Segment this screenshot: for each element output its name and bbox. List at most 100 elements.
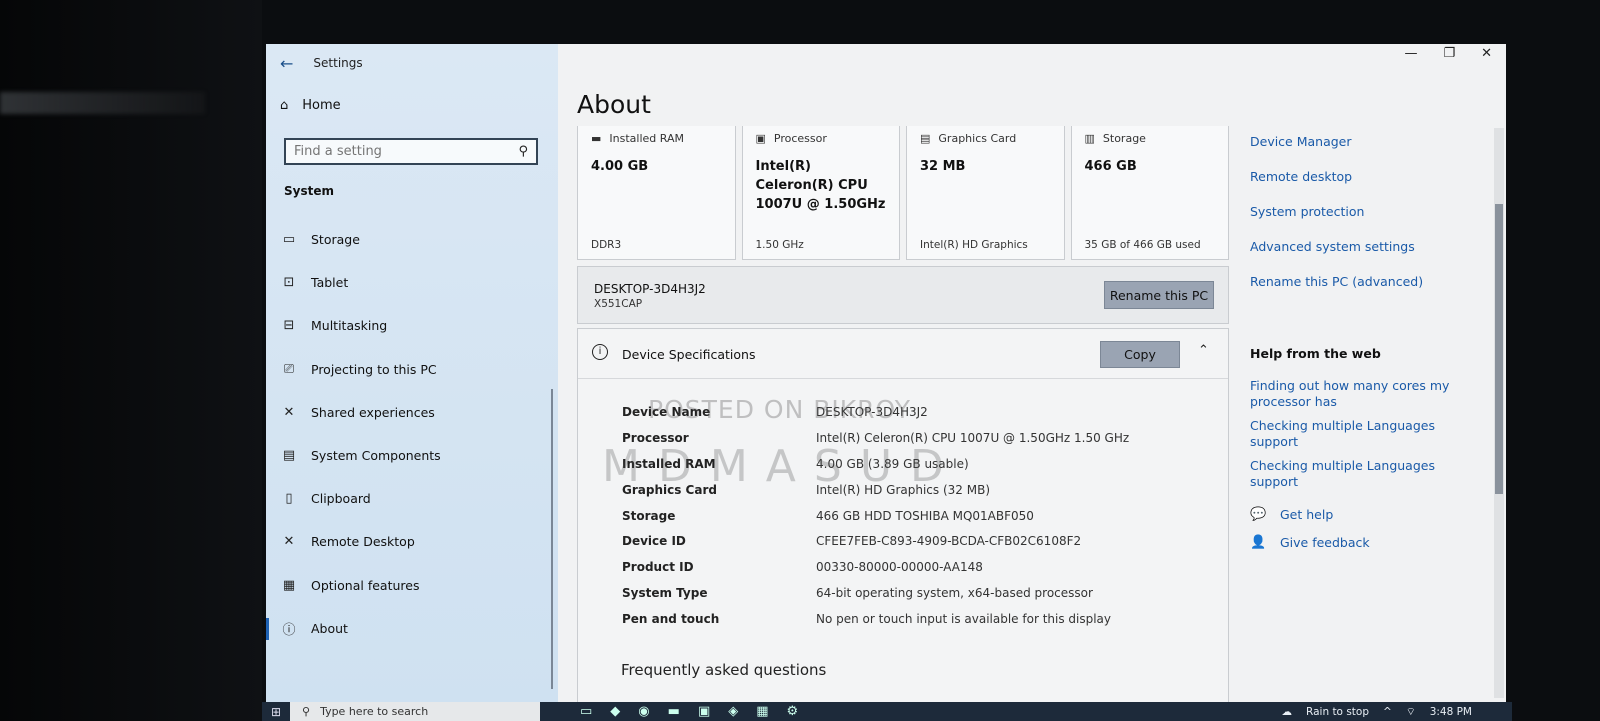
- spec-key: Installed RAM: [622, 456, 716, 471]
- taskbar-search[interactable]: ⚲ Type here to search: [290, 702, 540, 721]
- system-tray: ☁ Rain to stop ^ ⌔ 3:48 PM: [1282, 705, 1512, 719]
- back-arrow-icon[interactable]: ←: [280, 54, 293, 73]
- device-specifications-panel: i Device Specifications Copy ⌃ Device Na…: [577, 328, 1229, 704]
- clipboard-icon: ▯: [285, 491, 293, 507]
- minimize-button[interactable]: —: [1404, 46, 1417, 61]
- spec-key: Processor: [622, 430, 689, 445]
- nav-home[interactable]: ⌂ Home: [280, 98, 341, 113]
- copy-button[interactable]: Copy: [1100, 341, 1180, 368]
- card-label-text: Installed RAM: [609, 132, 684, 145]
- processor-icon: ▣: [755, 132, 766, 145]
- search-icon[interactable]: ⚲: [518, 144, 528, 159]
- ram-icon: ▬: [591, 132, 602, 145]
- glare: [0, 92, 205, 114]
- sidebar-item-system-components[interactable]: ▤ System Components: [266, 434, 558, 477]
- restore-button[interactable]: ❐: [1443, 46, 1455, 61]
- info-icon: i: [592, 344, 608, 360]
- pc-model: X551CAP: [594, 298, 643, 310]
- weather-text[interactable]: Rain to stop: [1306, 706, 1369, 718]
- sidebar-item-about[interactable]: ⓘ About: [266, 607, 558, 650]
- specs-header[interactable]: i Device Specifications Copy ⌃: [578, 329, 1228, 379]
- related-settings: Device Manager Remote desktop System pro…: [1240, 124, 1480, 299]
- sidebar-scrollbar[interactable]: [551, 389, 553, 689]
- windows-start-icon[interactable]: ⊞: [262, 705, 290, 719]
- monitor-bezel: [0, 0, 262, 721]
- help-link-languages[interactable]: Checking multiple Languages support: [1250, 418, 1480, 450]
- app-icon[interactable]: ◈: [728, 704, 738, 719]
- nav-home-label: Home: [302, 98, 341, 113]
- faq-heading: Frequently asked questions: [621, 661, 827, 679]
- get-help-icon: 💬: [1250, 506, 1267, 522]
- edge-icon[interactable]: ◉: [638, 704, 649, 719]
- sidebar-item-remote-desktop[interactable]: ✕ Remote Desktop: [266, 520, 558, 563]
- help-link-languages-2[interactable]: Checking multiple Languages support: [1250, 458, 1480, 490]
- copilot-icon[interactable]: ◆: [610, 704, 620, 719]
- get-help-link[interactable]: 💬 Get help: [1250, 500, 1370, 528]
- feedback-icon: 👤: [1250, 534, 1267, 550]
- rename-pc-button[interactable]: Rename this PC: [1104, 281, 1214, 309]
- sidebar-item-tablet[interactable]: ⊡ Tablet: [266, 261, 558, 304]
- shared-experiences-icon: ✕: [283, 404, 295, 420]
- sidebar-item-shared-experiences[interactable]: ✕ Shared experiences: [266, 391, 558, 434]
- link-remote-desktop[interactable]: Remote desktop: [1240, 159, 1480, 194]
- sidebar-item-label: Shared experiences: [311, 404, 435, 420]
- spec-value: CFEE7FEB-C893-4909-BCDA-CFB02C6108F2: [816, 534, 1082, 549]
- word-icon[interactable]: ▦: [756, 704, 768, 719]
- spec-row: Processor Intel(R) Celeron(R) CPU 1007U @…: [622, 425, 1129, 451]
- spec-row: Pen and touch No pen or touch input is av…: [622, 606, 1129, 632]
- sidebar-item-storage[interactable]: ▭ Storage: [266, 218, 558, 261]
- card-graphics: ▤ Graphics Card 32 MB Intel(R) HD Graphic…: [906, 126, 1065, 260]
- clock-time[interactable]: 3:48 PM: [1430, 706, 1472, 718]
- window-controls: — ❐ ✕: [1404, 46, 1492, 61]
- spec-key: System Type: [622, 586, 708, 601]
- spec-value: 00330-80000-00000-AA148: [816, 560, 983, 575]
- spec-key: Pen and touch: [622, 612, 720, 627]
- spec-key: Product ID: [622, 560, 694, 575]
- link-rename-pc-advanced[interactable]: Rename this PC (advanced): [1240, 264, 1480, 299]
- spec-row: Device Name DESKTOP-3D4H3J2: [622, 399, 1129, 425]
- get-help-label: Get help: [1280, 506, 1334, 522]
- link-advanced-system-settings[interactable]: Advanced system settings: [1240, 229, 1480, 264]
- settings-window: ← Settings ⌂ Home ⚲ System ▭ Storage ⊡ Tab…: [266, 44, 1506, 704]
- chevron-up-icon[interactable]: ^: [1383, 706, 1392, 718]
- spec-value: 466 GB HDD TOSHIBA MQ01ABF050: [816, 508, 1034, 523]
- close-button[interactable]: ✕: [1481, 46, 1492, 61]
- page-title: About: [577, 90, 651, 119]
- task-view-icon[interactable]: ▭: [580, 704, 592, 719]
- sidebar-header: ← Settings: [280, 50, 363, 76]
- tablet-icon: ⊡: [283, 275, 295, 291]
- spec-rows: Device Name DESKTOP-3D4H3J2 Processor Inte…: [622, 399, 1129, 632]
- link-device-manager[interactable]: Device Manager: [1240, 124, 1480, 159]
- pc-name-panel: DESKTOP-3D4H3J2 X551CAP Rename this PC: [577, 266, 1229, 324]
- sidebar-item-clipboard[interactable]: ▯ Clipboard: [266, 477, 558, 520]
- search-input[interactable]: [294, 144, 494, 159]
- card-sub: 1.50 GHz: [755, 239, 804, 251]
- chevron-up-icon[interactable]: ⌃: [1198, 343, 1209, 358]
- system-components-icon: ▤: [282, 448, 296, 464]
- link-system-protection[interactable]: System protection: [1240, 194, 1480, 229]
- card-value: 466 GB: [1084, 159, 1137, 174]
- file-explorer-icon[interactable]: ▬: [668, 704, 680, 719]
- help-link-cores[interactable]: Finding out how many cores my processor …: [1250, 378, 1480, 410]
- card-label-text: Storage: [1102, 132, 1146, 145]
- taskbar-apps: ▭ ◆ ◉ ▬ ▣ ◈ ▦ ⚙: [580, 704, 798, 719]
- main-scrollbar[interactable]: [1494, 128, 1504, 698]
- card-label: ▥ Storage: [1085, 132, 1216, 145]
- spec-value: 64-bit operating system, x64-based proce…: [816, 586, 1093, 601]
- give-feedback-link[interactable]: 👤 Give feedback: [1250, 528, 1370, 556]
- settings-gear-icon[interactable]: ⚙: [787, 704, 799, 719]
- scrollbar-thumb[interactable]: [1495, 204, 1503, 494]
- spec-row: Installed RAM 4.00 GB (3.89 GB usable): [622, 451, 1129, 477]
- weather-icon: ☁: [1281, 705, 1293, 718]
- find-setting-search[interactable]: ⚲: [284, 138, 538, 165]
- network-icon[interactable]: ⌔: [1406, 705, 1416, 719]
- sidebar-item-label: Clipboard: [311, 491, 371, 507]
- sidebar-item-label: Remote Desktop: [311, 534, 415, 550]
- sidebar-item-multitasking[interactable]: ⊟ Multitasking: [266, 304, 558, 347]
- store-icon[interactable]: ▣: [698, 704, 710, 719]
- summary-cards: ▬ Installed RAM 4.00 GB DDR3 ▣ Processor I…: [577, 126, 1229, 260]
- storage-icon: ▭: [282, 232, 296, 248]
- sidebar-item-optional-features[interactable]: ▦ Optional features: [266, 564, 558, 607]
- sidebar-item-projecting[interactable]: ⎚ Projecting to this PC: [266, 348, 558, 391]
- spec-key: Storage: [622, 508, 676, 523]
